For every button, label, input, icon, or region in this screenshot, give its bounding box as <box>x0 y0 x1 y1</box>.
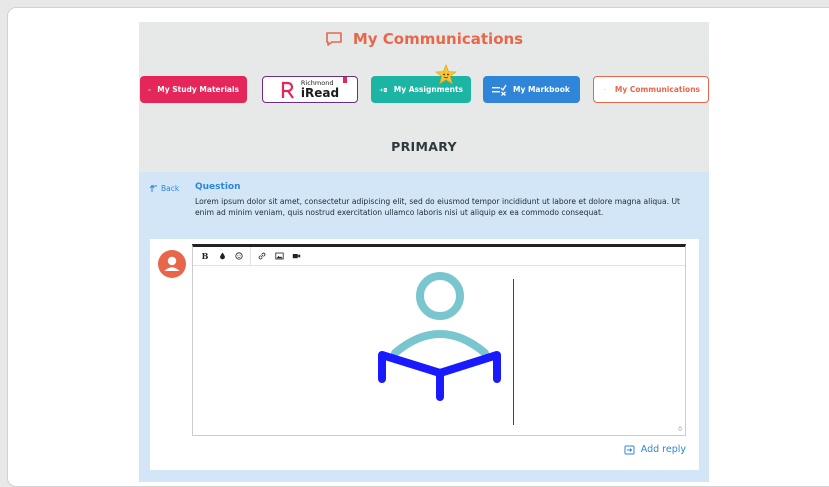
student-reading-icon <box>193 269 685 435</box>
richmond-r-logo-icon <box>281 81 295 99</box>
markbook-check-icon <box>491 84 507 96</box>
toolbar-separator <box>250 247 251 266</box>
question-text: Lorem ipsum dolor sit amet, consectetur … <box>195 196 690 218</box>
back-button[interactable]: Back <box>149 184 179 193</box>
level-heading: PRIMARY <box>139 139 709 154</box>
avatar <box>158 250 186 278</box>
chat-bubble-icon <box>325 31 343 47</box>
emoji-icon[interactable] <box>233 250 245 262</box>
communications-panel: My Communications My Study Materials Ric… <box>139 22 709 482</box>
page-title-text: My Communications <box>353 30 523 48</box>
image-icon[interactable] <box>273 250 285 262</box>
nav-communications-label: My Communications <box>615 85 700 94</box>
nav-assignments-label: My Assignments <box>394 85 463 94</box>
nav-study-materials-label: My Study Materials <box>157 85 239 94</box>
back-arrow-icon <box>149 184 159 193</box>
editor-content-area[interactable] <box>193 269 685 435</box>
reply-box: B <box>150 239 699 470</box>
iread-brand-main: iRead <box>301 87 339 99</box>
assignment-arrow-icon <box>379 84 388 96</box>
back-label: Back <box>161 184 179 193</box>
nav-markbook-button[interactable]: My Markbook <box>483 76 580 103</box>
question-area: Back Question Lorem ipsum dolor sit amet… <box>139 172 709 482</box>
text-cursor <box>513 279 514 425</box>
link-icon[interactable] <box>256 250 268 262</box>
add-reply-icon <box>624 445 635 455</box>
iread-corner-tag <box>343 77 347 83</box>
chat-bubble-filled-icon <box>604 83 605 96</box>
nav-communications-button[interactable]: My Communications <box>593 76 709 103</box>
color-drop-icon[interactable] <box>216 250 228 262</box>
nav-markbook-label: My Markbook <box>513 85 570 94</box>
question-title: Question <box>195 182 241 192</box>
reply-editor[interactable]: B <box>192 244 686 436</box>
add-reply-button[interactable]: Add reply <box>624 444 686 455</box>
user-icon <box>158 250 186 278</box>
char-counter: 0 <box>678 426 682 433</box>
nav-iread-button[interactable]: Richmond iRead <box>262 76 358 103</box>
list-icon <box>148 84 151 96</box>
bold-button[interactable]: B <box>199 250 211 262</box>
video-icon[interactable] <box>290 250 302 262</box>
star-mascot-icon <box>435 64 457 86</box>
nav-study-materials-button[interactable]: My Study Materials <box>140 76 247 103</box>
page-title: My Communications <box>139 26 709 52</box>
add-reply-label: Add reply <box>641 444 686 455</box>
editor-toolbar: B <box>193 247 685 266</box>
